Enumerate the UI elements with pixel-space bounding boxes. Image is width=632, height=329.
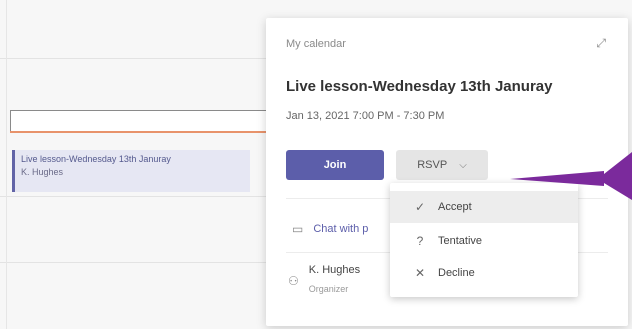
event-title: Live lesson-Wednesday 13th Januray	[21, 154, 171, 164]
chat-label: Chat with p	[313, 223, 369, 235]
option-label: Tentative	[438, 235, 483, 247]
check-icon: ✓	[414, 200, 426, 214]
event-organizer: K. Hughes	[21, 167, 64, 177]
rsvp-label: RSVP	[417, 159, 448, 171]
question-icon: ?	[416, 234, 424, 248]
calendar-label: My calendar	[286, 38, 346, 50]
chevron-down-icon: ⌵	[459, 159, 467, 171]
organizer-name: K. Hughes	[308, 264, 361, 276]
close-icon: ✕	[414, 266, 426, 280]
rsvp-tentative-option[interactable]: ? Tentative	[390, 225, 578, 257]
chat-icon: ▭	[292, 222, 304, 236]
expand-icon[interactable]: ⤢	[596, 36, 606, 51]
rsvp-accept-option[interactable]: ✓ Accept	[390, 191, 578, 223]
option-label: Decline	[438, 267, 475, 279]
calendar-event[interactable]: Live lesson-Wednesday 13th Januray K. Hu…	[12, 150, 250, 192]
rsvp-decline-option[interactable]: ✕ Decline	[390, 257, 578, 289]
organizer-row: ⚇ K. Hughes Organizer	[288, 264, 360, 294]
time-slot[interactable]	[10, 110, 272, 132]
rsvp-dropdown: ✓ Accept ? Tentative ✕ Decline	[390, 183, 578, 297]
grid-line	[0, 262, 280, 263]
event-title-heading: Live lesson-Wednesday 13th Januray	[286, 78, 553, 95]
rsvp-button[interactable]: RSVP ⌵	[396, 150, 488, 180]
option-label: Accept	[438, 201, 472, 213]
person-icon: ⚇	[288, 274, 299, 288]
organizer-role: Organizer	[308, 284, 349, 294]
current-time-line	[10, 131, 272, 133]
chat-with-participants[interactable]: ▭ Chat with p	[292, 222, 368, 236]
grid-line	[0, 58, 280, 59]
grid-line	[0, 196, 280, 197]
event-datetime: Jan 13, 2021 7:00 PM - 7:30 PM	[286, 110, 445, 122]
grid-line	[6, 0, 7, 329]
join-button[interactable]: Join	[286, 150, 384, 180]
